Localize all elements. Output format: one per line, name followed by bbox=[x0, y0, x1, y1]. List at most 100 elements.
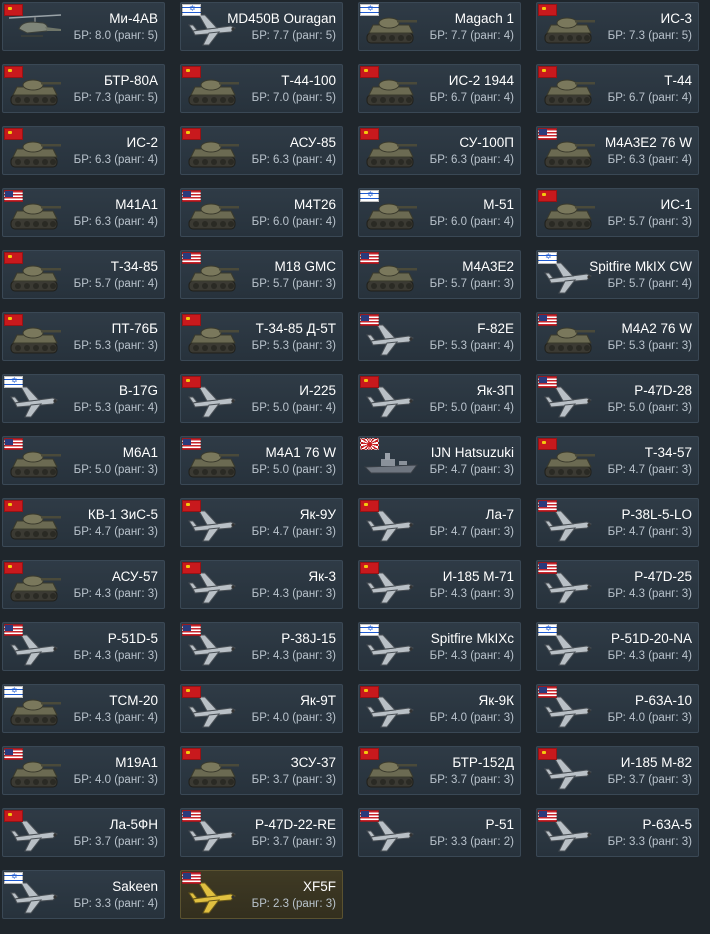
vehicle-card-m4a2-76-w[interactable]: M4A2 76 W БР: 5.3 (ранг: 3) bbox=[536, 312, 699, 361]
israel-flag-icon bbox=[360, 623, 379, 636]
vehicle-name: M19A1 bbox=[115, 755, 158, 770]
vehicle-br-rank: БР: 5.7 (ранг: 3) bbox=[607, 216, 692, 228]
vehicle-name: АСУ-57 bbox=[111, 569, 158, 584]
vehicle-br-rank: БР: 5.0 (ранг: 3) bbox=[73, 464, 158, 476]
vehicle-card-m6a1[interactable]: M6A1 БР: 5.0 (ранг: 3) bbox=[2, 436, 165, 485]
vehicle-card-pt-76b[interactable]: ПТ-76Б БР: 5.3 (ранг: 3) bbox=[2, 312, 165, 361]
vehicle-name: Magach 1 bbox=[454, 11, 514, 26]
vehicle-name: M4A2 76 W bbox=[621, 321, 692, 336]
vehicle-card-m18-gmc[interactable]: M18 GMC БР: 5.7 (ранг: 3) bbox=[180, 250, 343, 299]
vehicle-br-rank: БР: 4.0 (ранг: 3) bbox=[73, 774, 158, 786]
vehicle-br-rank: БР: 4.7 (ранг: 3) bbox=[429, 526, 514, 538]
vehicle-card-t-34-85[interactable]: Т-34-85 БР: 5.7 (ранг: 4) bbox=[2, 250, 165, 299]
vehicle-card-p-47d-22-re[interactable]: P-47D-22-RE БР: 3.7 (ранг: 3) bbox=[180, 808, 343, 857]
vehicle-card-zsu-37[interactable]: ЗСУ-37 БР: 3.7 (ранг: 3) bbox=[180, 746, 343, 795]
vehicle-br-rank: БР: 3.7 (ранг: 3) bbox=[607, 774, 692, 786]
vehicle-card-i-185-m-71[interactable]: И-185 М-71 БР: 4.3 (ранг: 3) bbox=[358, 560, 521, 609]
vehicle-card-p-63a-5[interactable]: P-63A-5 БР: 3.3 (ранг: 3) bbox=[536, 808, 699, 857]
israel-flag-icon bbox=[182, 3, 201, 16]
vehicle-card-m4a3e2[interactable]: M4A3E2 БР: 5.7 (ранг: 3) bbox=[358, 250, 521, 299]
vehicle-name: B-17G bbox=[118, 383, 158, 398]
vehicle-br-rank: БР: 3.7 (ранг: 3) bbox=[429, 774, 514, 786]
vehicle-card-asu-57[interactable]: АСУ-57 БР: 4.3 (ранг: 3) bbox=[2, 560, 165, 609]
vehicle-card-md450b-ouragan[interactable]: MD450B Ouragan БР: 7.7 (ранг: 5) bbox=[180, 2, 343, 51]
vehicle-br-rank: БР: 5.0 (ранг: 3) bbox=[251, 464, 336, 476]
vehicle-card-is-3[interactable]: ИС-3 БР: 7.3 (ранг: 5) bbox=[536, 2, 699, 51]
vehicle-br-rank: БР: 2.3 (ранг: 3) bbox=[251, 898, 336, 910]
vehicle-card-la-7[interactable]: Ла-7 БР: 4.7 (ранг: 3) bbox=[358, 498, 521, 547]
vehicle-card-btr-152d[interactable]: БТР-152Д БР: 3.7 (ранг: 3) bbox=[358, 746, 521, 795]
vehicle-br-rank: БР: 8.0 (ранг: 5) bbox=[73, 30, 158, 42]
vehicle-card-f-82e[interactable]: F-82E БР: 5.3 (ранг: 4) bbox=[358, 312, 521, 361]
vehicle-card-p-51d-5[interactable]: P-51D-5 БР: 4.3 (ранг: 3) bbox=[2, 622, 165, 671]
usa-flag-icon bbox=[538, 376, 557, 388]
vehicle-name: MD450B Ouragan bbox=[227, 11, 336, 26]
vehicle-card-spitfire-mkixc[interactable]: Spitfire MkIXc БР: 4.3 (ранг: 4) bbox=[358, 622, 521, 671]
vehicle-br-rank: БР: 5.0 (ранг: 4) bbox=[251, 402, 336, 414]
vehicle-card-p-51d-20-na[interactable]: P-51D-20-NA БР: 4.3 (ранг: 4) bbox=[536, 622, 699, 671]
vehicle-card-p-63a-10[interactable]: P-63A-10 БР: 4.0 (ранг: 3) bbox=[536, 684, 699, 733]
vehicle-card-p-38l-5-lo[interactable]: P-38L-5-LO БР: 4.7 (ранг: 3) bbox=[536, 498, 699, 547]
ussr-flag-icon bbox=[4, 314, 23, 326]
vehicle-card-is-2[interactable]: ИС-2 БР: 6.3 (ранг: 4) bbox=[2, 126, 165, 175]
vehicle-card-magach-1[interactable]: Magach 1 БР: 7.7 (ранг: 4) bbox=[358, 2, 521, 51]
vehicle-name: M4A3E2 bbox=[462, 259, 514, 274]
usa-flag-icon bbox=[538, 500, 557, 512]
vehicle-name: M4A3E2 76 W bbox=[604, 135, 692, 150]
vehicle-name: Як-3П bbox=[476, 383, 514, 398]
vehicle-name: СУ-100П bbox=[459, 135, 514, 150]
vehicle-card-p-51[interactable]: P-51 БР: 3.3 (ранг: 2) bbox=[358, 808, 521, 857]
vehicle-card-asu-85[interactable]: АСУ-85 БР: 6.3 (ранг: 4) bbox=[180, 126, 343, 175]
vehicle-br-rank: БР: 4.3 (ранг: 4) bbox=[429, 650, 514, 662]
vehicle-card-m4t26[interactable]: M4T26 БР: 6.0 (ранг: 4) bbox=[180, 188, 343, 237]
vehicle-card-m19a1[interactable]: M19A1 БР: 4.0 (ранг: 3) bbox=[2, 746, 165, 795]
vehicle-card-p-47d-25[interactable]: P-47D-25 БР: 4.3 (ранг: 3) bbox=[536, 560, 699, 609]
vehicle-card-m4a1-76-w[interactable]: M4A1 76 W БР: 5.0 (ранг: 3) bbox=[180, 436, 343, 485]
vehicle-card-yak-3p[interactable]: Як-3П БР: 5.0 (ранг: 4) bbox=[358, 374, 521, 423]
vehicle-card-i-225[interactable]: И-225 БР: 5.0 (ранг: 4) bbox=[180, 374, 343, 423]
vehicle-br-rank: БР: 7.3 (ранг: 5) bbox=[607, 30, 692, 42]
vehicle-card-t-34-57[interactable]: Т-34-57 БР: 4.7 (ранг: 3) bbox=[536, 436, 699, 485]
vehicle-card-m4a3e2-76-w[interactable]: M4A3E2 76 W БР: 6.3 (ранг: 4) bbox=[536, 126, 699, 175]
vehicle-card-t-44[interactable]: Т-44 БР: 6.7 (ранг: 4) bbox=[536, 64, 699, 113]
vehicle-card-p-38j-15[interactable]: P-38J-15 БР: 4.3 (ранг: 3) bbox=[180, 622, 343, 671]
vehicle-br-rank: БР: 5.3 (ранг: 3) bbox=[251, 340, 336, 352]
vehicle-br-rank: БР: 5.0 (ранг: 4) bbox=[429, 402, 514, 414]
vehicle-card-t-44-100[interactable]: Т-44-100 БР: 7.0 (ранг: 5) bbox=[180, 64, 343, 113]
vehicle-br-rank: БР: 4.0 (ранг: 3) bbox=[429, 712, 514, 724]
vehicle-br-rank: БР: 6.3 (ранг: 4) bbox=[73, 216, 158, 228]
vehicle-card-i-185-m-82[interactable]: И-185 М-82 БР: 3.7 (ранг: 3) bbox=[536, 746, 699, 795]
vehicle-card-yak-9k[interactable]: Як-9К БР: 4.0 (ранг: 3) bbox=[358, 684, 521, 733]
vehicle-card-yak-3[interactable]: Як-3 БР: 4.3 (ранг: 3) bbox=[180, 560, 343, 609]
vehicle-name: И-185 М-82 bbox=[620, 755, 692, 770]
vehicle-card-btr-80a[interactable]: БТР-80А БР: 7.3 (ранг: 5) bbox=[2, 64, 165, 113]
vehicle-card-is-1[interactable]: ИС-1 БР: 5.7 (ранг: 3) bbox=[536, 188, 699, 237]
vehicle-card-la-5fn[interactable]: Ла-5ФН БР: 3.7 (ранг: 3) bbox=[2, 808, 165, 857]
vehicle-br-rank: БР: 4.3 (ранг: 3) bbox=[429, 588, 514, 600]
vehicle-card-sakeen[interactable]: Sakeen БР: 3.3 (ранг: 4) bbox=[2, 870, 165, 919]
vehicle-card-yak-9u[interactable]: Як-9У БР: 4.7 (ранг: 3) bbox=[180, 498, 343, 547]
vehicle-card-xf5f[interactable]: XF5F БР: 2.3 (ранг: 3) bbox=[180, 870, 343, 919]
israel-flag-icon bbox=[360, 189, 379, 202]
vehicle-br-rank: БР: 6.7 (ранг: 4) bbox=[607, 92, 692, 104]
vehicle-card-spitfire-mkix-cw[interactable]: Spitfire MkIX CW БР: 5.7 (ранг: 4) bbox=[536, 250, 699, 299]
vehicle-card-kv-1-zis-5[interactable]: КВ-1 ЗиС-5 БР: 4.7 (ранг: 3) bbox=[2, 498, 165, 547]
israel-flag-icon bbox=[4, 685, 23, 698]
israel-flag-icon bbox=[4, 871, 23, 884]
vehicle-br-rank: БР: 5.7 (ранг: 4) bbox=[607, 278, 692, 290]
vehicle-card-p-47d-28[interactable]: P-47D-28 БР: 5.0 (ранг: 3) bbox=[536, 374, 699, 423]
ussr-flag-icon bbox=[182, 376, 201, 388]
vehicle-br-rank: БР: 7.7 (ранг: 4) bbox=[429, 30, 514, 42]
vehicle-card-m-51[interactable]: M-51 БР: 6.0 (ранг: 4) bbox=[358, 188, 521, 237]
vehicle-card-yak-9t[interactable]: Як-9Т БР: 4.0 (ранг: 3) bbox=[180, 684, 343, 733]
vehicle-card-t-34-85-d-5t[interactable]: Т-34-85 Д-5Т БР: 5.3 (ранг: 3) bbox=[180, 312, 343, 361]
vehicle-card-ijn-hatsuzuki[interactable]: IJN Hatsuzuki БР: 4.7 (ранг: 3) bbox=[358, 436, 521, 485]
vehicle-card-is-2-1944[interactable]: ИС-2 1944 БР: 6.7 (ранг: 4) bbox=[358, 64, 521, 113]
ussr-flag-icon bbox=[360, 128, 379, 140]
vehicle-card-su-100p[interactable]: СУ-100П БР: 6.3 (ранг: 4) bbox=[358, 126, 521, 175]
vehicle-card-b-17g[interactable]: B-17G БР: 5.3 (ранг: 4) bbox=[2, 374, 165, 423]
ussr-flag-icon bbox=[182, 748, 201, 760]
vehicle-card-tcm-20[interactable]: TCM-20 БР: 4.3 (ранг: 4) bbox=[2, 684, 165, 733]
vehicle-card-mi-4av[interactable]: Ми-4АВ БР: 8.0 (ранг: 5) bbox=[2, 2, 165, 51]
vehicle-card-m41a1[interactable]: M41A1 БР: 6.3 (ранг: 4) bbox=[2, 188, 165, 237]
